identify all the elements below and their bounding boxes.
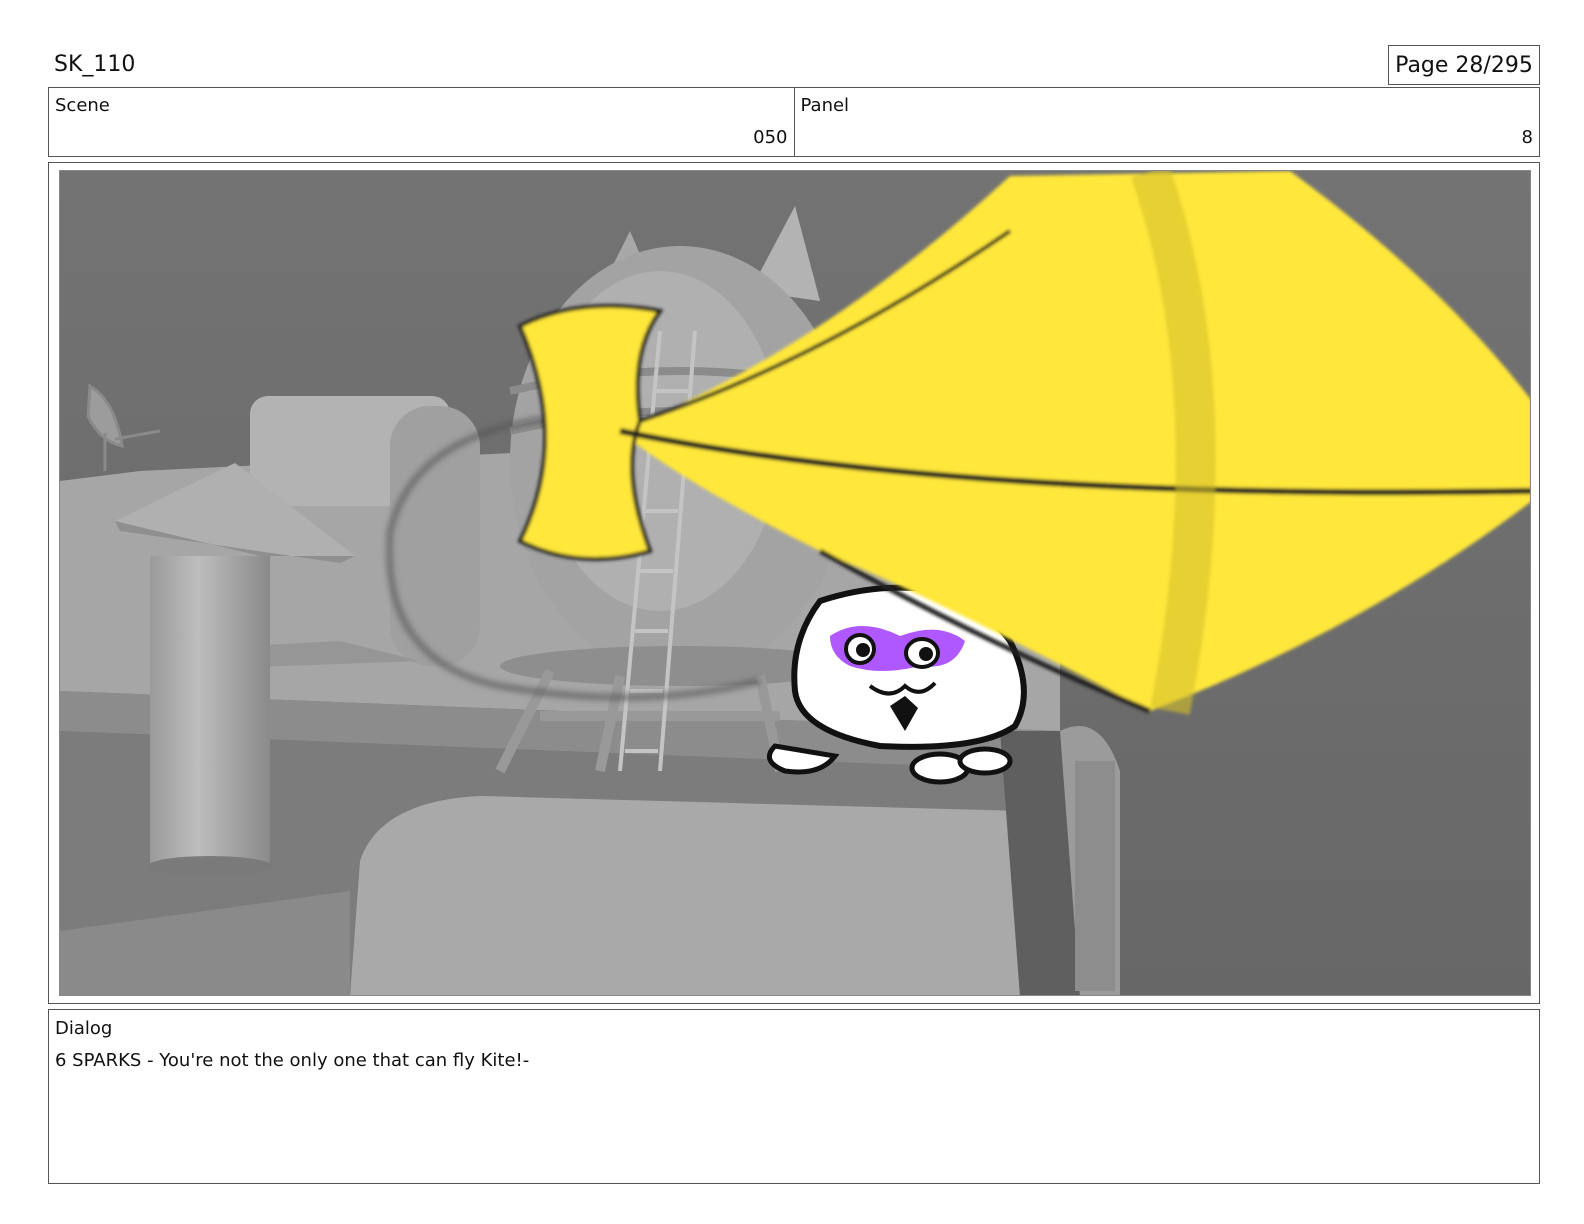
scene-panel-info: Scene 050 Panel 8 xyxy=(48,87,1540,157)
scene-cell: Scene 050 xyxy=(49,88,794,156)
document-title: SK_110 xyxy=(54,52,136,77)
panel-cell: Panel 8 xyxy=(793,88,1540,156)
page-number: Page 28/295 xyxy=(1388,45,1540,85)
dialog-text: 6 SPARKS - You're not the only one that … xyxy=(55,1050,530,1071)
storyboard-panel-image xyxy=(59,170,1531,996)
panel-number: 8 xyxy=(1521,127,1533,148)
scene-label: Scene xyxy=(55,95,110,116)
panel-label: Panel xyxy=(800,95,850,116)
scene-number: 050 xyxy=(753,127,788,148)
dialog-label: Dialog xyxy=(55,1018,113,1039)
dialog-box: Dialog 6 SPARKS - You're not the only on… xyxy=(48,1009,1540,1184)
